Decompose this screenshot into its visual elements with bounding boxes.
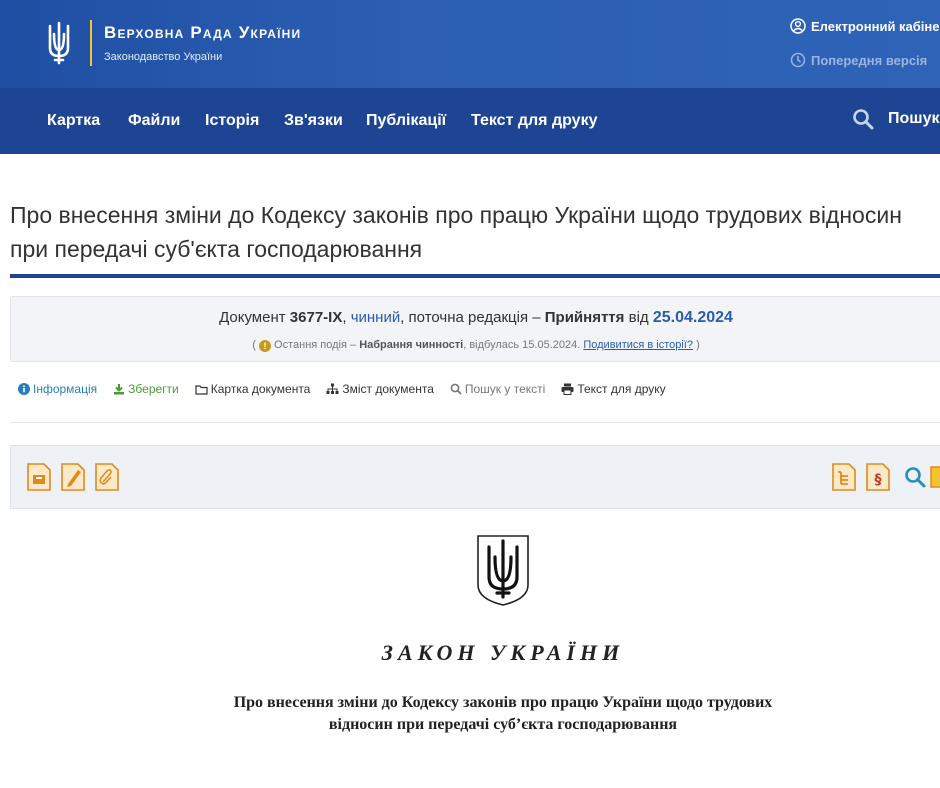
nav-search-label: Пошук <box>888 110 940 127</box>
search-icon[interactable] <box>904 462 926 492</box>
history-icon <box>790 52 806 68</box>
adopted-date: 25.04.2024 <box>652 309 733 326</box>
site-header: Верховна Рада України Законодавство Укра… <box>0 0 940 88</box>
document-actions: Інформація Зберегти Картка документа Змі… <box>18 382 682 396</box>
law-heading: ЗАКОН УКРАЇНИ <box>381 640 625 665</box>
main-nav: Картка Файли Історія Зв'язки Публікації … <box>0 88 940 154</box>
printer-icon <box>561 383 574 395</box>
last-event-line: ( ! Остання подія – Набрання чинності, в… <box>11 339 940 352</box>
document-structure-icon[interactable] <box>831 462 857 492</box>
previous-version-label: Попередня версія <box>811 52 928 68</box>
document-status-line: Документ 3677-IX, чинний, поточна редакц… <box>11 309 940 327</box>
event-open: ( <box>252 339 256 351</box>
trident-emblem-icon <box>48 21 70 65</box>
info-icon <box>18 383 30 395</box>
event-label: Остання подія – <box>274 339 357 351</box>
from-label: від <box>628 309 649 326</box>
attachment-icon[interactable] <box>94 462 120 492</box>
page-title: Про внесення зміни до Кодексу законів пр… <box>10 202 902 262</box>
section-paragraph-icon[interactable]: § <box>865 462 891 492</box>
site-title: Верховна Рада України <box>104 23 302 42</box>
svg-text:§: § <box>875 472 882 488</box>
document-label: Документ <box>219 309 286 326</box>
coat-of-arms-icon <box>477 535 529 606</box>
info-warning-icon: ! <box>258 340 271 352</box>
search-in-text-link[interactable]: Пошук у тексті <box>450 382 545 396</box>
law-subtitle: Про внесення зміни до Кодексу законів пр… <box>233 694 773 733</box>
event-happened: , відбулась 15.05.2024. <box>463 339 581 351</box>
archive-icon[interactable] <box>26 462 52 492</box>
search-in-text-label: Пошук у тексті <box>464 382 546 396</box>
document-number: 3677-IX <box>289 309 343 326</box>
nav-search-button[interactable]: Пошук <box>852 108 940 130</box>
card-link-label: Картка документа <box>210 382 311 396</box>
search-icon <box>853 109 874 130</box>
user-icon <box>790 18 806 34</box>
document-status-link[interactable]: чинний <box>351 309 401 326</box>
brand-separator <box>90 20 92 66</box>
nav-item-publications[interactable]: Публікації <box>366 112 446 130</box>
document-info-box: Документ 3677-IX, чинний, поточна редакц… <box>10 296 940 362</box>
nav-item-files[interactable]: Файли <box>128 112 180 130</box>
adopted-label: Прийняття <box>544 309 625 326</box>
title-divider <box>10 274 940 278</box>
card-link[interactable]: Картка документа <box>195 382 311 396</box>
nav-item-links[interactable]: Зв'язки <box>284 112 343 130</box>
site-brand[interactable]: Верховна Рада України Законодавство Укра… <box>42 20 301 66</box>
nav-item-print-text[interactable]: Текст для друку <box>471 112 597 130</box>
previous-version-link[interactable]: Попередня версія <box>790 50 940 70</box>
save-link[interactable]: Зберегти <box>113 382 179 396</box>
save-link-label: Зберегти <box>128 382 179 396</box>
cabinet-link[interactable]: Електронний кабіне <box>790 16 940 36</box>
site-subtitle: Законодавство України <box>104 51 223 63</box>
highlight-icon[interactable] <box>929 462 940 492</box>
document-edition: , поточна редакція – <box>400 309 541 326</box>
nav-item-card[interactable]: Картка <box>47 112 100 130</box>
print-link[interactable]: Текст для друку <box>561 382 666 396</box>
print-link-label: Текст для друку <box>577 382 666 396</box>
history-link[interactable]: Подивитися в історії? <box>583 339 693 351</box>
info-link[interactable]: Інформація <box>18 382 97 396</box>
event-name: Набрання чинності <box>359 339 464 351</box>
info-link-label: Інформація <box>33 382 98 396</box>
contents-link[interactable]: Зміст документа <box>326 382 434 396</box>
edit-document-icon[interactable] <box>60 462 86 492</box>
search-icon <box>450 383 462 395</box>
folder-icon <box>195 384 208 395</box>
sitemap-icon <box>326 383 339 394</box>
download-icon <box>114 384 125 395</box>
nav-item-history[interactable]: Історія <box>205 112 259 130</box>
document-sep: , <box>342 309 347 326</box>
cabinet-link-label: Електронний кабіне <box>811 18 940 34</box>
contents-link-label: Зміст документа <box>342 382 434 396</box>
event-close: ) <box>696 339 700 351</box>
document-toolbar: § <box>10 445 940 509</box>
actions-divider <box>10 422 940 423</box>
